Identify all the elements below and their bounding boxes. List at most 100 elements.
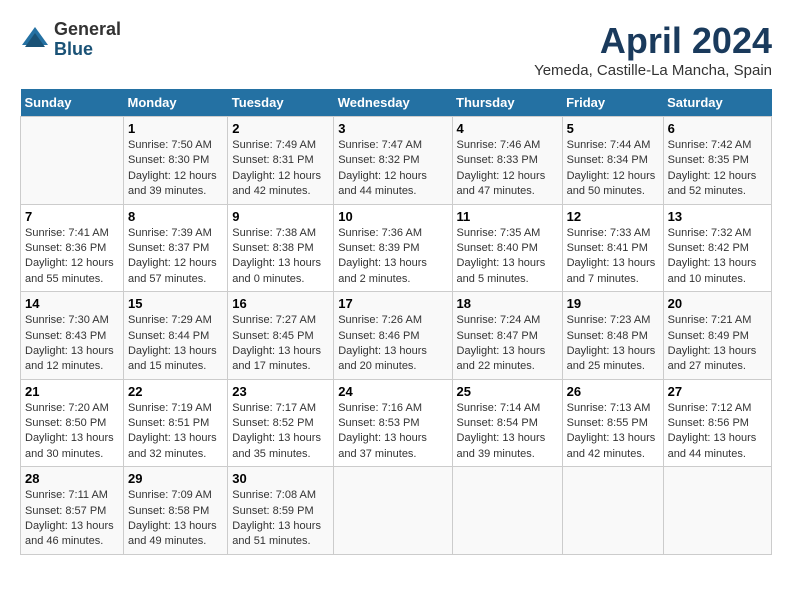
calendar-day: 4Sunrise: 7:46 AMSunset: 8:33 PMDaylight… <box>452 117 562 205</box>
day-number: 2 <box>232 121 329 136</box>
day-info: Sunrise: 7:08 AMSunset: 8:59 PMDaylight:… <box>232 489 321 547</box>
day-number: 15 <box>128 296 223 311</box>
day-number: 9 <box>232 209 329 224</box>
day-info: Sunrise: 7:14 AMSunset: 8:54 PMDaylight:… <box>457 402 546 460</box>
day-info: Sunrise: 7:44 AMSunset: 8:34 PMDaylight:… <box>567 139 656 197</box>
day-number: 24 <box>338 384 447 399</box>
calendar-day: 29 Sunrise: 7:09 AMSunset: 8:58 PMDayligh… <box>123 467 227 555</box>
day-number: 6 <box>668 121 767 136</box>
calendar-day: 15Sunrise: 7:29 AMSunset: 8:44 PMDayligh… <box>123 292 227 380</box>
calendar-week: 21 Sunrise: 7:20 AMSunset: 8:50 PMDayligh… <box>21 379 772 467</box>
calendar-day: 28 Sunrise: 7:11 AMSunset: 8:57 PMDayligh… <box>21 467 124 555</box>
day-number: 29 <box>128 471 223 486</box>
day-info: Sunrise: 7:20 AMSunset: 8:50 PMDaylight:… <box>25 402 114 460</box>
day-info: Sunrise: 7:24 AMSunset: 8:47 PMDaylight:… <box>457 314 546 372</box>
header-day: Saturday <box>663 89 771 117</box>
logo-general: General <box>54 20 121 40</box>
logo-icon <box>20 25 50 55</box>
calendar-body: 1 Sunrise: 7:50 AMSunset: 8:30 PMDaylight… <box>21 117 772 555</box>
logo-blue: Blue <box>54 40 121 60</box>
day-info: Sunrise: 7:16 AMSunset: 8:53 PMDaylight:… <box>338 402 427 460</box>
day-info: Sunrise: 7:50 AMSunset: 8:30 PMDaylight:… <box>128 139 217 197</box>
calendar-day: 11 Sunrise: 7:35 AMSunset: 8:40 PMDayligh… <box>452 204 562 292</box>
title-block: April 2024 Yemeda, Castille-La Mancha, S… <box>534 20 772 79</box>
day-info: Sunrise: 7:47 AMSunset: 8:32 PMDaylight:… <box>338 139 427 197</box>
day-number: 30 <box>232 471 329 486</box>
header-day: Friday <box>562 89 663 117</box>
day-info: Sunrise: 7:12 AMSunset: 8:56 PMDaylight:… <box>668 402 757 460</box>
day-info: Sunrise: 7:38 AMSunset: 8:38 PMDaylight:… <box>232 227 321 285</box>
day-info: Sunrise: 7:21 AMSunset: 8:49 PMDaylight:… <box>668 314 757 372</box>
calendar-day: 1 Sunrise: 7:50 AMSunset: 8:30 PMDaylight… <box>123 117 227 205</box>
day-number: 14 <box>25 296 119 311</box>
day-info: Sunrise: 7:11 AMSunset: 8:57 PMDaylight:… <box>25 489 114 547</box>
calendar-day: 10 Sunrise: 7:36 AMSunset: 8:39 PMDayligh… <box>334 204 452 292</box>
header-day: Sunday <box>21 89 124 117</box>
day-number: 18 <box>457 296 558 311</box>
calendar-week: 7 Sunrise: 7:41 AMSunset: 8:36 PMDaylight… <box>21 204 772 292</box>
day-info: Sunrise: 7:35 AMSunset: 8:40 PMDaylight:… <box>457 227 546 285</box>
day-number: 4 <box>457 121 558 136</box>
day-info: Sunrise: 7:26 AMSunset: 8:46 PMDaylight:… <box>338 314 427 372</box>
day-number: 19 <box>567 296 659 311</box>
calendar-day <box>562 467 663 555</box>
header-day: Monday <box>123 89 227 117</box>
calendar-day: 30 Sunrise: 7:08 AMSunset: 8:59 PMDayligh… <box>228 467 334 555</box>
day-info: Sunrise: 7:32 AMSunset: 8:42 PMDaylight:… <box>668 227 757 285</box>
calendar-table: SundayMondayTuesdayWednesdayThursdayFrid… <box>20 89 772 555</box>
calendar-day: 5 Sunrise: 7:44 AMSunset: 8:34 PMDaylight… <box>562 117 663 205</box>
calendar-day: 22Sunrise: 7:19 AMSunset: 8:51 PMDayligh… <box>123 379 227 467</box>
calendar-day: 16 Sunrise: 7:27 AMSunset: 8:45 PMDayligh… <box>228 292 334 380</box>
day-info: Sunrise: 7:23 AMSunset: 8:48 PMDaylight:… <box>567 314 656 372</box>
header: General Blue April 2024 Yemeda, Castille… <box>20 20 772 79</box>
calendar-week: 14 Sunrise: 7:30 AMSunset: 8:43 PMDayligh… <box>21 292 772 380</box>
calendar-week: 28 Sunrise: 7:11 AMSunset: 8:57 PMDayligh… <box>21 467 772 555</box>
calendar-day: 23Sunrise: 7:17 AMSunset: 8:52 PMDayligh… <box>228 379 334 467</box>
calendar-day: 8Sunrise: 7:39 AMSunset: 8:37 PMDaylight… <box>123 204 227 292</box>
calendar-day <box>21 117 124 205</box>
calendar-day: 2 Sunrise: 7:49 AMSunset: 8:31 PMDaylight… <box>228 117 334 205</box>
day-info: Sunrise: 7:49 AMSunset: 8:31 PMDaylight:… <box>232 139 321 197</box>
day-number: 16 <box>232 296 329 311</box>
calendar-day: 20 Sunrise: 7:21 AMSunset: 8:49 PMDayligh… <box>663 292 771 380</box>
calendar-header: SundayMondayTuesdayWednesdayThursdayFrid… <box>21 89 772 117</box>
calendar-day: 3 Sunrise: 7:47 AMSunset: 8:32 PMDaylight… <box>334 117 452 205</box>
day-number: 25 <box>457 384 558 399</box>
day-info: Sunrise: 7:36 AMSunset: 8:39 PMDaylight:… <box>338 227 427 285</box>
day-number: 28 <box>25 471 119 486</box>
day-info: Sunrise: 7:33 AMSunset: 8:41 PMDaylight:… <box>567 227 656 285</box>
header-day: Wednesday <box>334 89 452 117</box>
day-number: 13 <box>668 209 767 224</box>
day-info: Sunrise: 7:09 AMSunset: 8:58 PMDaylight:… <box>128 489 217 547</box>
day-number: 10 <box>338 209 447 224</box>
calendar-day: 12 Sunrise: 7:33 AMSunset: 8:41 PMDayligh… <box>562 204 663 292</box>
day-info: Sunrise: 7:27 AMSunset: 8:45 PMDaylight:… <box>232 314 321 372</box>
calendar-day: 21 Sunrise: 7:20 AMSunset: 8:50 PMDayligh… <box>21 379 124 467</box>
day-number: 7 <box>25 209 119 224</box>
calendar-day <box>663 467 771 555</box>
day-number: 3 <box>338 121 447 136</box>
calendar-day: 17 Sunrise: 7:26 AMSunset: 8:46 PMDayligh… <box>334 292 452 380</box>
day-info: Sunrise: 7:30 AMSunset: 8:43 PMDaylight:… <box>25 314 114 372</box>
day-number: 8 <box>128 209 223 224</box>
day-number: 5 <box>567 121 659 136</box>
day-number: 1 <box>128 121 223 136</box>
calendar-day: 26Sunrise: 7:13 AMSunset: 8:55 PMDayligh… <box>562 379 663 467</box>
day-info: Sunrise: 7:42 AMSunset: 8:35 PMDaylight:… <box>668 139 757 197</box>
day-info: Sunrise: 7:41 AMSunset: 8:36 PMDaylight:… <box>25 227 114 285</box>
day-number: 17 <box>338 296 447 311</box>
day-number: 11 <box>457 209 558 224</box>
day-number: 21 <box>25 384 119 399</box>
day-number: 27 <box>668 384 767 399</box>
calendar-day: 27 Sunrise: 7:12 AMSunset: 8:56 PMDayligh… <box>663 379 771 467</box>
day-number: 20 <box>668 296 767 311</box>
day-number: 12 <box>567 209 659 224</box>
logo-text: General Blue <box>54 20 121 60</box>
calendar-day: 24 Sunrise: 7:16 AMSunset: 8:53 PMDayligh… <box>334 379 452 467</box>
logo: General Blue <box>20 20 121 60</box>
calendar-day: 18 Sunrise: 7:24 AMSunset: 8:47 PMDayligh… <box>452 292 562 380</box>
day-number: 26 <box>567 384 659 399</box>
subtitle: Yemeda, Castille-La Mancha, Spain <box>534 62 772 79</box>
calendar-day <box>334 467 452 555</box>
calendar-day: 6 Sunrise: 7:42 AMSunset: 8:35 PMDaylight… <box>663 117 771 205</box>
